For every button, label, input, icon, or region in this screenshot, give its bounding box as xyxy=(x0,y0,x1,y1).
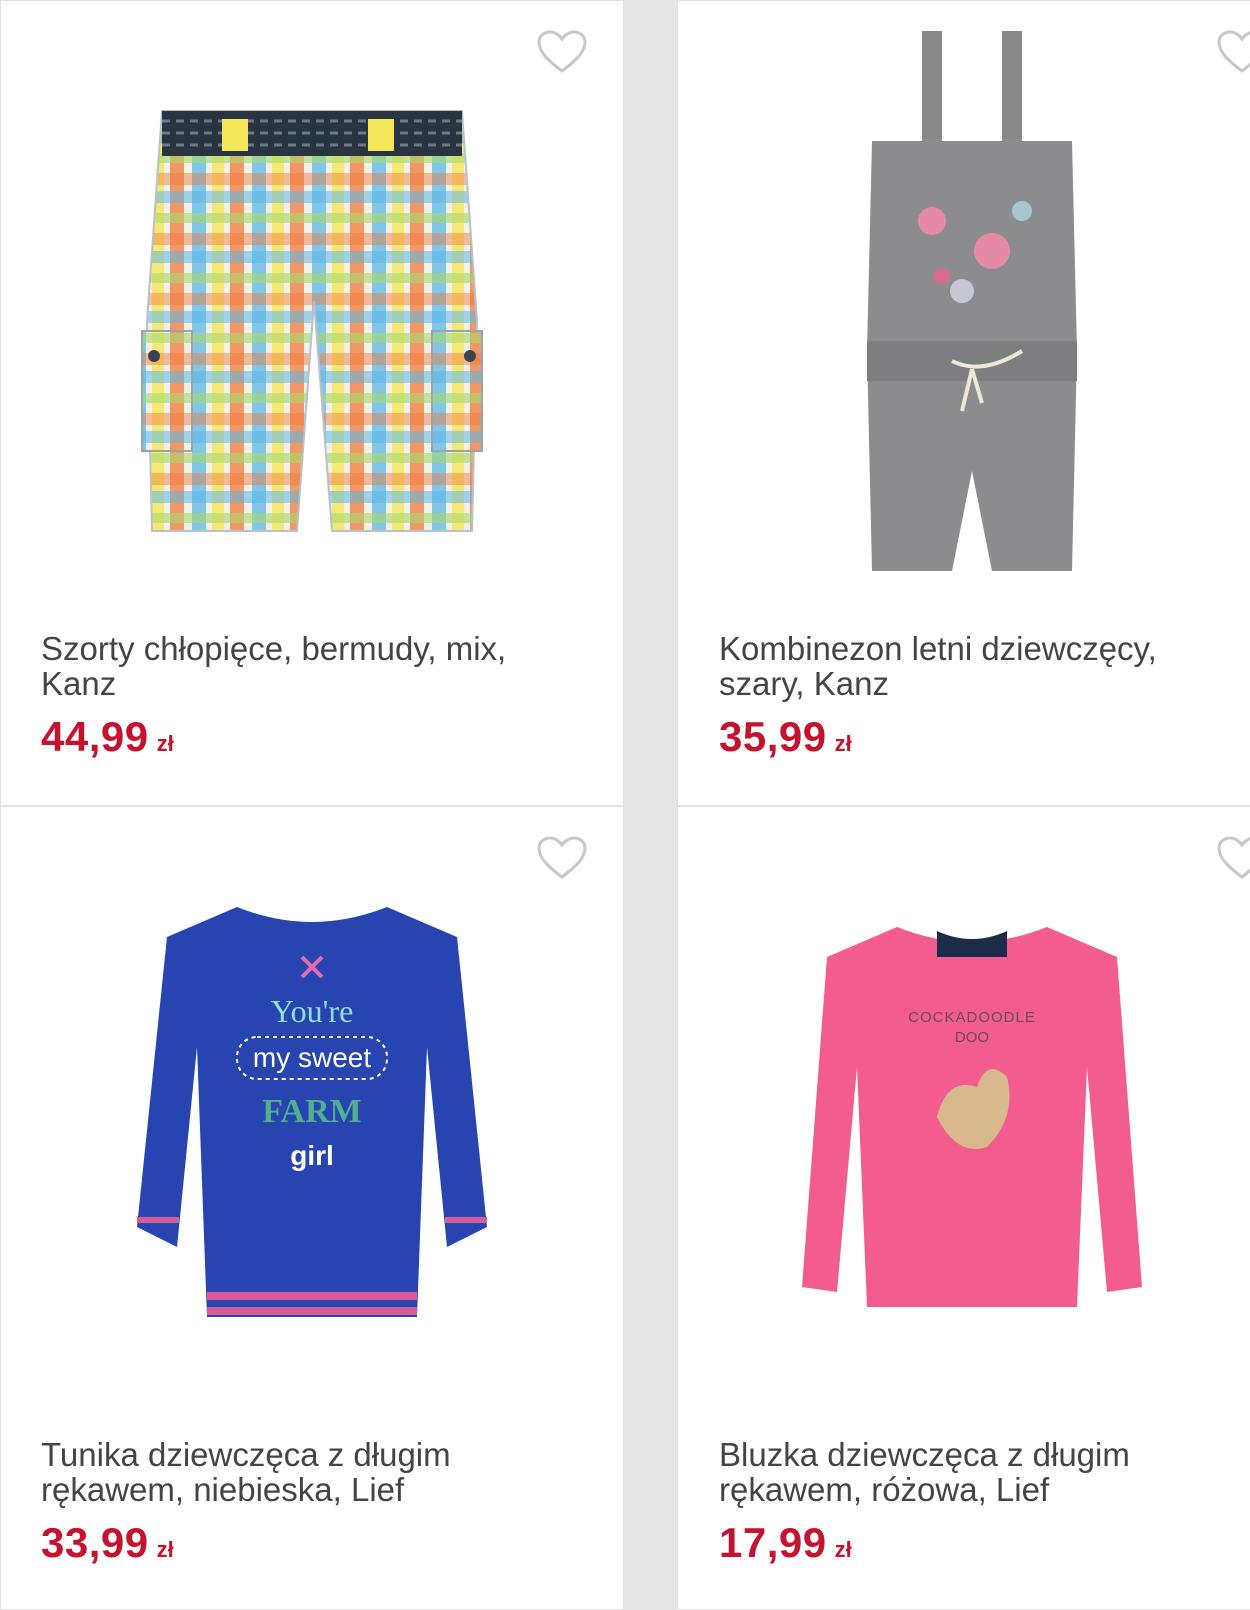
product-title[interactable]: Kombinezon letni dziewczęcy, szary, Kanz xyxy=(719,631,1239,701)
product-image[interactable]: You're my sweet FARM girl xyxy=(1,827,623,1407)
product-price: 33,99 zł xyxy=(41,1519,174,1567)
blue-tunic-image: You're my sweet FARM girl xyxy=(137,907,487,1317)
checkered-shorts-image xyxy=(141,110,483,532)
product-card[interactable]: Kombinezon letni dziewczęcy, szary, Kanz… xyxy=(677,0,1250,806)
price-amount: 33,99 xyxy=(41,1519,149,1566)
product-image[interactable] xyxy=(1,21,623,601)
print-line: You're xyxy=(271,993,354,1029)
price-currency: zł xyxy=(156,1537,174,1562)
price-amount: 35,99 xyxy=(719,713,827,760)
product-image[interactable]: COCKADOODLE DOO xyxy=(678,827,1250,1407)
product-card[interactable]: Szorty chłopięce, bermudy, mix, Kanz 44,… xyxy=(0,0,624,806)
product-card[interactable]: COCKADOODLE DOO Bluzka dziewczęca z dług… xyxy=(677,806,1250,1610)
print-line: FARM xyxy=(262,1093,361,1130)
product-title[interactable]: Szorty chłopięce, bermudy, mix, Kanz xyxy=(41,631,561,701)
product-title[interactable]: Bluzka dziewczęca z długim rękawem, różo… xyxy=(719,1437,1239,1507)
print-line: my sweet xyxy=(253,1042,371,1073)
price-currency: zł xyxy=(834,1537,852,1562)
print-line: girl xyxy=(290,1140,334,1171)
product-grid: Szorty chłopięce, bermudy, mix, Kanz 44,… xyxy=(0,0,1250,1610)
price-currency: zł xyxy=(156,731,174,756)
price-amount: 44,99 xyxy=(41,713,149,760)
print-line: DOO xyxy=(955,1029,989,1046)
print-line: COCKADOODLE xyxy=(908,1009,1036,1026)
price-amount: 17,99 xyxy=(719,1519,827,1566)
grey-jumpsuit-image xyxy=(867,31,1077,571)
product-image[interactable] xyxy=(678,21,1250,601)
pink-blouse-image: COCKADOODLE DOO xyxy=(802,927,1142,1307)
product-title[interactable]: Tunika dziewczęca z długim rękawem, nieb… xyxy=(41,1437,561,1507)
product-price: 17,99 zł xyxy=(719,1519,852,1567)
product-card[interactable]: You're my sweet FARM girl Tunika dziewcz… xyxy=(0,806,624,1610)
product-price: 44,99 zł xyxy=(41,713,174,761)
price-currency: zł xyxy=(834,731,852,756)
product-price: 35,99 zł xyxy=(719,713,852,761)
